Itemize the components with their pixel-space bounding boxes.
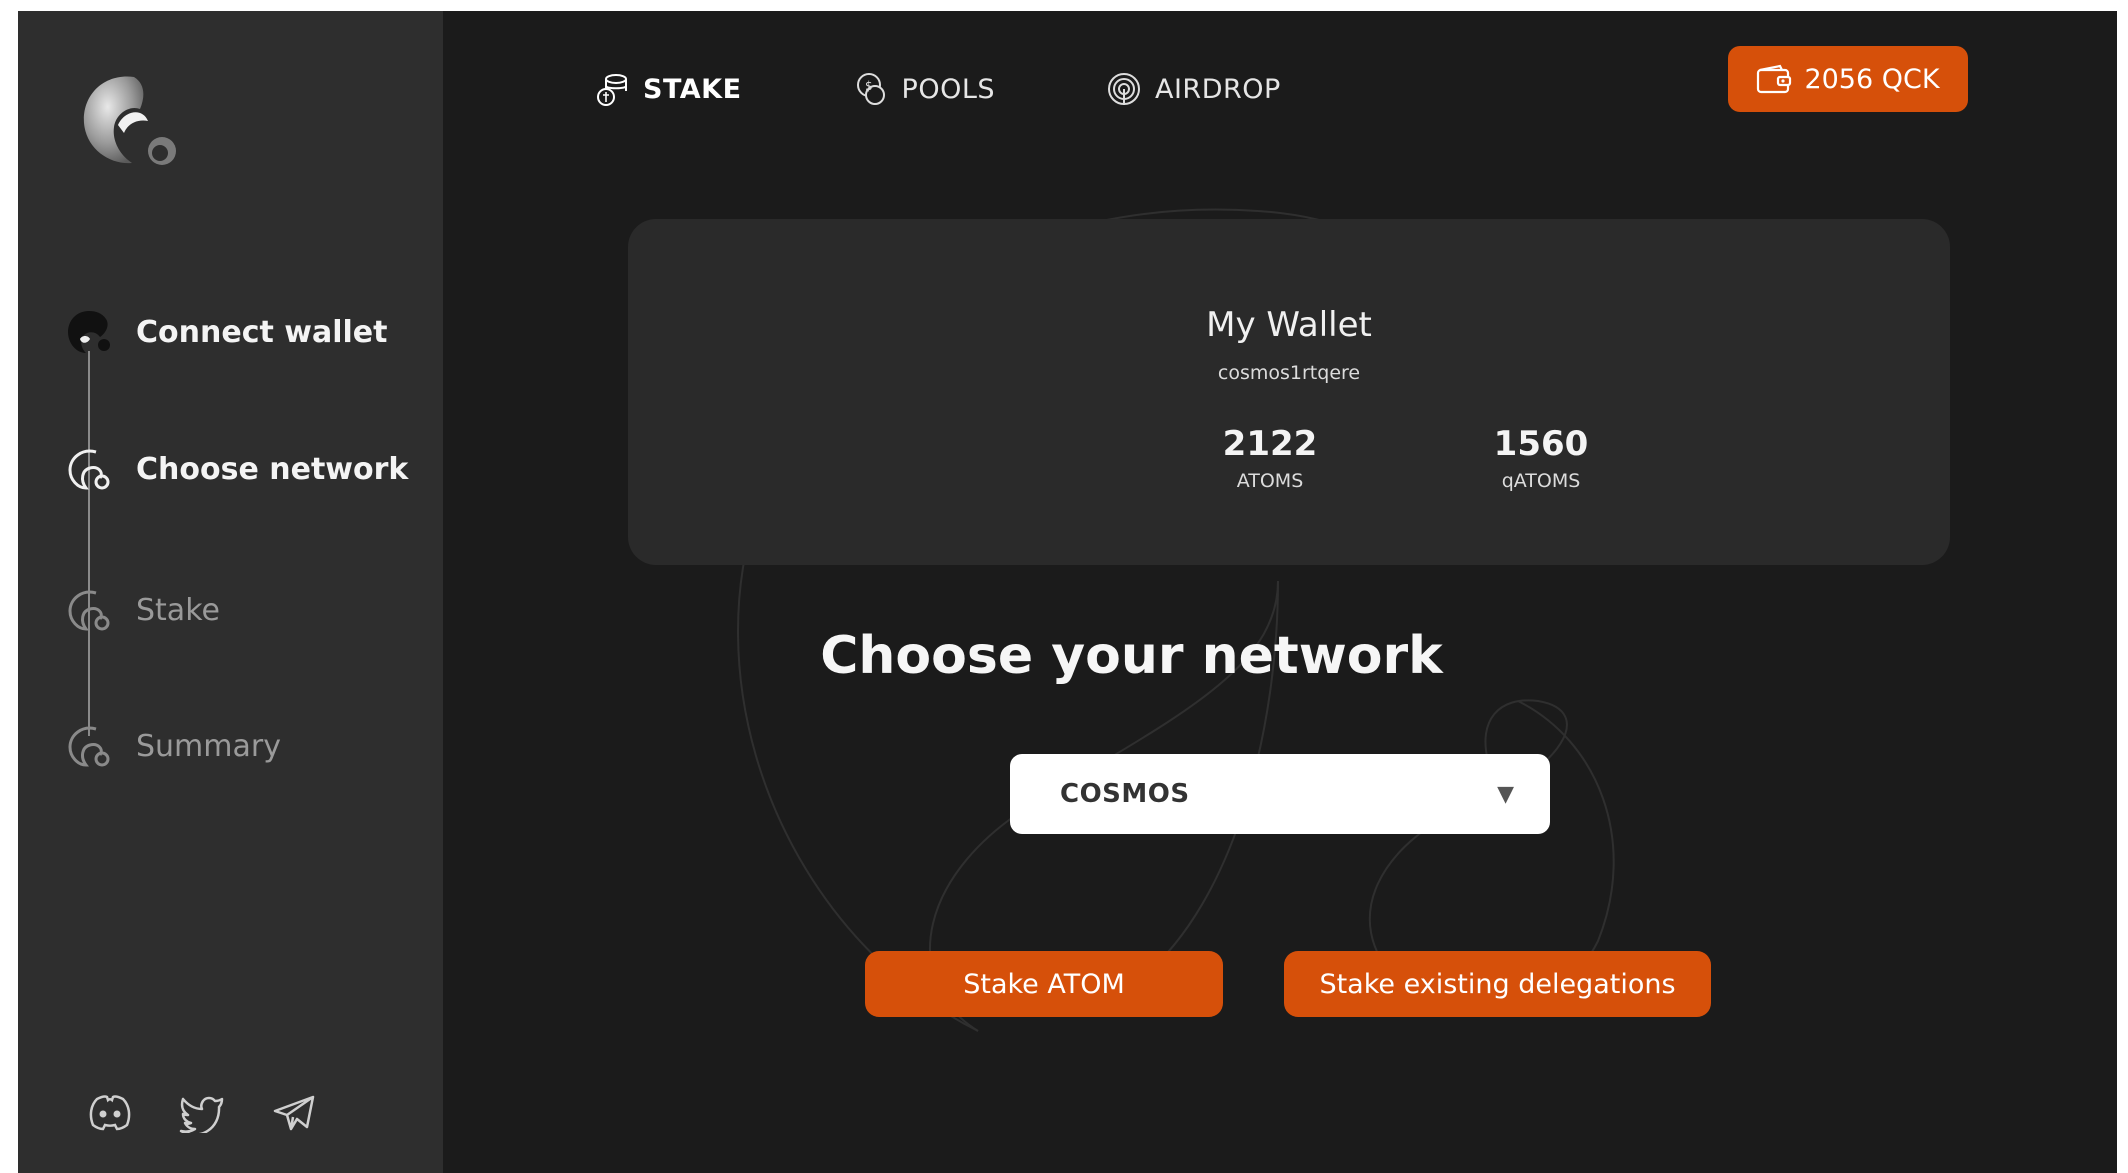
step-pending-icon [64, 721, 114, 771]
step-label: Stake [136, 592, 220, 628]
coins-stack-icon [593, 70, 631, 108]
wallet-icon [1756, 64, 1792, 94]
balance-label: 2056 QCK [1804, 63, 1940, 95]
svg-text:$: $ [865, 79, 873, 93]
step-label: Choose network [136, 451, 409, 487]
nav-pools[interactable]: $ POOLS [852, 66, 995, 112]
step-connect-wallet[interactable]: Connect wallet [64, 307, 387, 357]
stake-existing-delegations-button[interactable]: Stake existing delegations [1284, 951, 1711, 1017]
chevron-down-icon: ▼ [1497, 781, 1514, 807]
step-label: Connect wallet [136, 314, 388, 350]
stat-atoms: 2122 ATOMS [1170, 424, 1370, 492]
wallet-address: cosmos1rtqere [1217, 362, 1361, 384]
stat-qatoms: 1560 qATOMS [1441, 424, 1641, 492]
stat-unit: ATOMS [1236, 470, 1304, 492]
page-heading: Choose your network [820, 626, 1443, 686]
wallet-balance-button[interactable]: 2056 QCK [1728, 46, 1968, 112]
step-label: Summary [136, 728, 281, 764]
network-select[interactable]: COSMOS ▼ [1010, 754, 1550, 834]
twitter-icon[interactable] [174, 1089, 230, 1137]
discord-icon[interactable] [82, 1089, 138, 1137]
stat-unit: qATOMS [1501, 470, 1581, 492]
top-navigation: STAKE $ POOLS AIRDROP [593, 66, 1391, 112]
nav-label: STAKE [643, 73, 742, 105]
app-window: Connect wallet Choose network Stake Summ… [18, 11, 2117, 1173]
step-choose-network[interactable]: Choose network [64, 444, 408, 494]
step-complete-icon [64, 307, 114, 357]
nav-label: POOLS [901, 73, 995, 105]
airdrop-icon [1105, 70, 1143, 108]
wallet-card: My Wallet cosmos1rtqere 2122 ATOMS 1560 … [628, 219, 1950, 565]
stake-atom-button[interactable]: Stake ATOM [865, 951, 1223, 1017]
wallet-title: My Wallet [1206, 305, 1372, 345]
network-select-value: COSMOS [1060, 779, 1190, 809]
step-current-icon [64, 444, 114, 494]
app-logo[interactable] [74, 65, 184, 175]
pools-icon: $ [852, 70, 890, 108]
step-summary[interactable]: Summary [64, 721, 281, 771]
stat-value: 1560 [1493, 424, 1589, 464]
sidebar: Connect wallet Choose network Stake Summ… [18, 11, 443, 1173]
stat-value: 2122 [1222, 424, 1318, 464]
nav-stake[interactable]: STAKE [593, 66, 742, 112]
telegram-icon[interactable] [266, 1089, 322, 1137]
nav-airdrop[interactable]: AIRDROP [1105, 66, 1281, 112]
social-links [82, 1089, 322, 1137]
nav-label: AIRDROP [1155, 73, 1281, 105]
